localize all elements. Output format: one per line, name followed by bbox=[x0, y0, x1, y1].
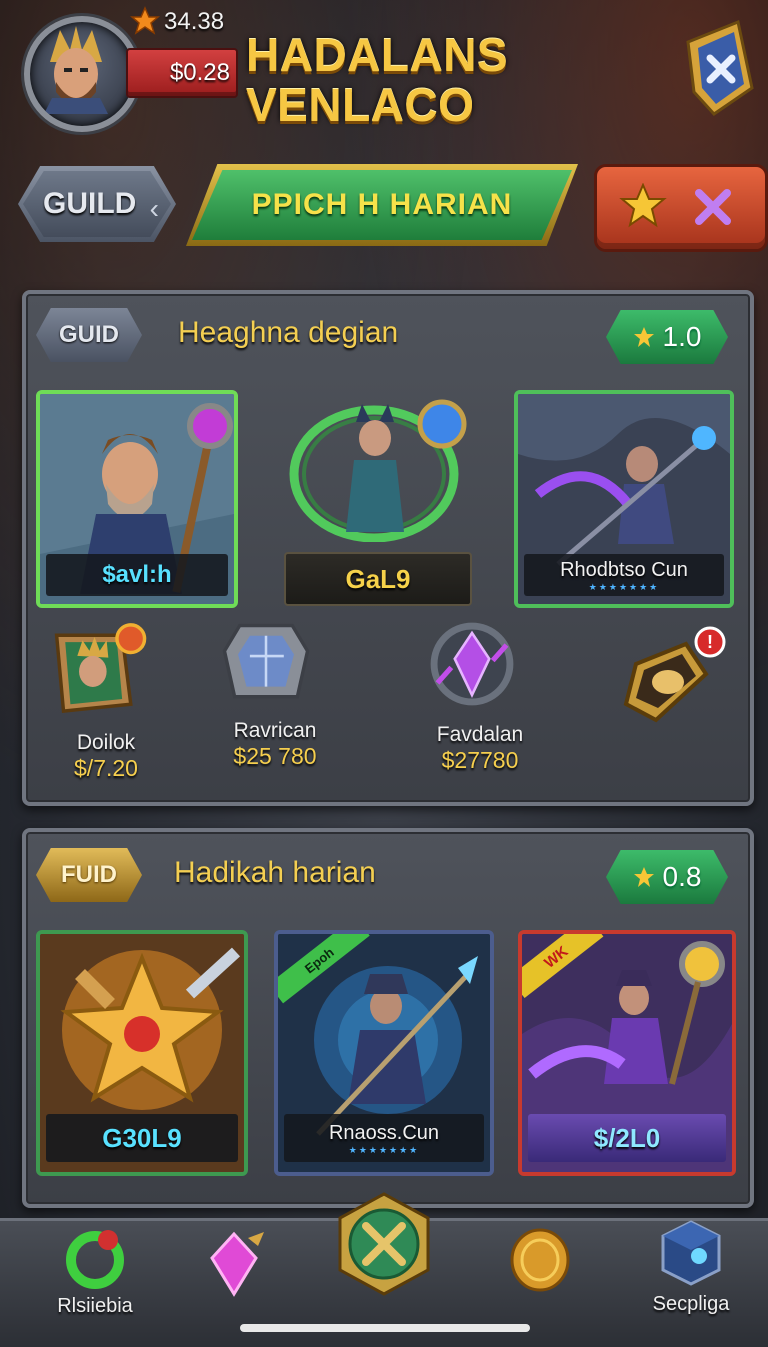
shop-item-price: $27780 bbox=[441, 747, 519, 773]
offer-card[interactable]: WK $/2L0 bbox=[518, 930, 736, 1176]
favorite-close-button[interactable] bbox=[594, 164, 768, 252]
game-title: HADALANS VENLACO bbox=[246, 29, 509, 131]
shop-item-name: Ravrican bbox=[233, 719, 317, 742]
panel2-rating-badge: 0.8 bbox=[606, 850, 728, 904]
nav-item-label: Secpliga bbox=[652, 1293, 730, 1315]
shop-item[interactable]: Ravrican $25 780 bbox=[210, 612, 340, 770]
player-avatar[interactable] bbox=[24, 16, 140, 132]
hero-card-caption: GaL9 bbox=[284, 552, 472, 606]
hero-card-caption: $avl:h bbox=[46, 554, 228, 596]
crystal-shield-icon bbox=[222, 623, 310, 699]
hero-badge-icon bbox=[54, 623, 147, 713]
tab-daily-label: PPICH H HARIAN bbox=[251, 188, 513, 221]
alert-badge: ! bbox=[707, 632, 713, 652]
star-icon bbox=[130, 6, 160, 35]
nav-item-cube[interactable]: Secpliga bbox=[636, 1218, 746, 1316]
home-indicator[interactable] bbox=[240, 1324, 530, 1332]
panel1-rating: 1.0 bbox=[662, 321, 702, 352]
panel2-rating: 0.8 bbox=[662, 861, 702, 892]
star-icon bbox=[633, 867, 654, 887]
hero-card-caption: Rhodbtso Cun ★★★★★★★ bbox=[524, 554, 724, 596]
shop-item[interactable]: Favdalan $27780 bbox=[414, 614, 546, 774]
offer-card-caption: $/2L0 bbox=[528, 1114, 726, 1162]
currency-amount: $0.28 bbox=[169, 59, 230, 86]
tab-daily[interactable]: PPICH H HARIAN bbox=[186, 164, 578, 246]
tab-guild-label: GUILD bbox=[43, 187, 137, 220]
star-icon bbox=[633, 327, 654, 347]
panel1-tag: GUID bbox=[36, 308, 142, 362]
panel1-rating-badge: 1.0 bbox=[606, 310, 728, 364]
offer-card-caption: G30L9 bbox=[46, 1114, 238, 1162]
nav-item-label: Rlsiiebia bbox=[57, 1295, 133, 1317]
purple-gem-icon bbox=[430, 622, 514, 706]
offer-stars: ★★★★★★★ bbox=[348, 1144, 420, 1155]
star-icon bbox=[619, 183, 667, 228]
shield-close-icon[interactable] bbox=[680, 18, 758, 118]
blue-cube-icon bbox=[661, 1220, 721, 1286]
hero-card[interactable]: GaL9 bbox=[270, 392, 490, 606]
crossed-swords-icon bbox=[338, 1192, 430, 1296]
currency-bar[interactable]: $0.28 bbox=[126, 48, 238, 98]
offer-card-name: $/2L0 bbox=[593, 1122, 661, 1153]
shop-item-name: Doilok bbox=[76, 731, 136, 754]
shop-item[interactable]: Doilok $/7.20 bbox=[44, 618, 168, 782]
hero-card-name: $avl:h bbox=[102, 561, 172, 588]
hero-card[interactable]: Rhodbtso Cun ★★★★★★★ bbox=[514, 390, 734, 608]
hero-card-name: Rhodbtso Cun bbox=[560, 558, 688, 581]
nav-item-battle[interactable] bbox=[332, 1192, 436, 1296]
offer-card-caption: Rnaoss.Cun ★★★★★★★ bbox=[284, 1114, 484, 1162]
panel2-tag: FUID bbox=[36, 848, 142, 902]
gold-amount: 34.38 bbox=[164, 8, 225, 35]
shop-item-price: $/7.20 bbox=[74, 755, 138, 781]
chevron-left-icon: ‹ bbox=[149, 193, 159, 224]
nav-item-crystal[interactable] bbox=[196, 1228, 272, 1303]
nav-item-coin[interactable] bbox=[508, 1226, 572, 1297]
panel2-title: Hadikah harian bbox=[174, 856, 376, 889]
shop-item[interactable]: ! bbox=[616, 624, 730, 728]
gold-emblem-icon: ! bbox=[623, 626, 726, 723]
shop-item-price: $25 780 bbox=[233, 743, 317, 769]
hero-stars: ★★★★★★★ bbox=[588, 581, 660, 592]
hero-card-name: GaL9 bbox=[345, 563, 411, 594]
gold-coin-icon bbox=[510, 1228, 570, 1292]
nav-item-green[interactable]: Rlsiiebia bbox=[40, 1224, 150, 1318]
hero-card[interactable]: $avl:h bbox=[36, 390, 238, 608]
green-ring-icon bbox=[66, 1230, 124, 1289]
offer-card[interactable]: Epoh Rnaoss.Cun ★★★★★★★ bbox=[274, 930, 494, 1176]
shop-item-name: Favdalan bbox=[436, 723, 524, 746]
offer-card-name: Rnaoss.Cun bbox=[328, 1121, 440, 1144]
close-x-icon bbox=[695, 189, 731, 225]
panel1-title: Heaghna degian bbox=[178, 316, 399, 349]
offer-card[interactable]: G30L9 bbox=[36, 930, 248, 1176]
offer-card-name: G30L9 bbox=[102, 1122, 182, 1153]
tab-guild[interactable]: GUILD ‹ bbox=[18, 166, 176, 242]
pink-crystal-icon bbox=[210, 1231, 264, 1297]
hero-portrait-icon bbox=[44, 26, 108, 114]
cat-warrior-hero-icon bbox=[289, 399, 467, 543]
